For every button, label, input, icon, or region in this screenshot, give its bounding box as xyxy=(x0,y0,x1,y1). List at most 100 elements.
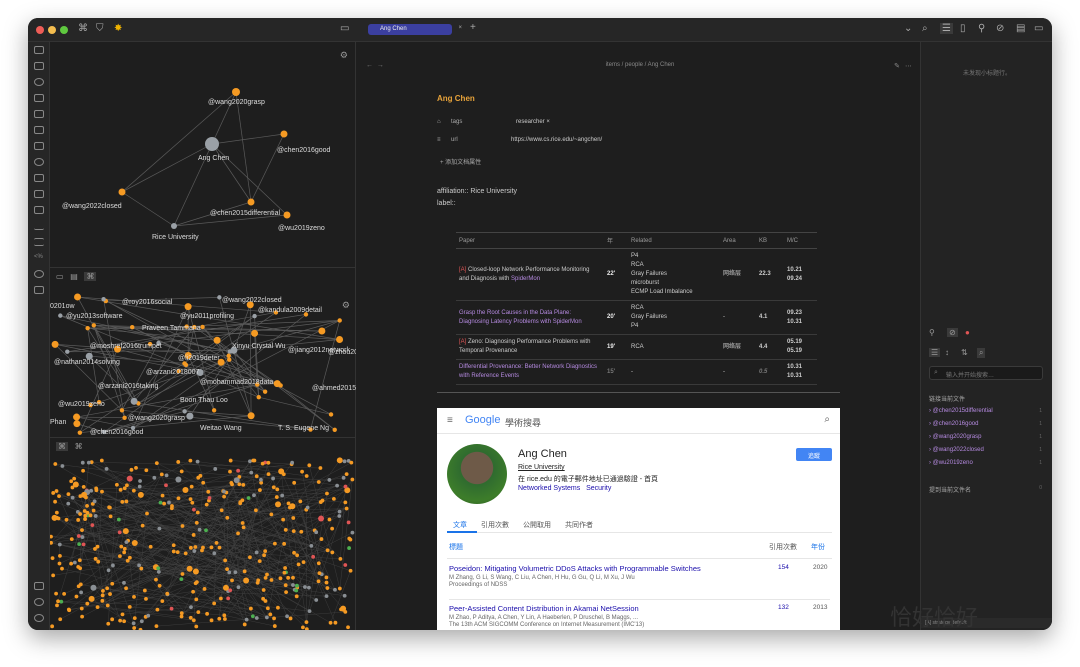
graph-node[interactable] xyxy=(227,357,232,362)
related-tag[interactable]: RCA xyxy=(631,261,717,270)
graph-node[interactable] xyxy=(85,325,90,331)
related-tag[interactable]: Gray Failures xyxy=(631,270,717,279)
backlink-item[interactable]: › @wu2019zeno xyxy=(929,460,973,466)
graph-node[interactable] xyxy=(248,606,253,611)
graph-node[interactable] xyxy=(77,430,83,435)
graph-node[interactable] xyxy=(343,484,348,489)
graph-node[interactable] xyxy=(58,553,62,558)
graph-node[interactable] xyxy=(188,458,193,463)
graph-node[interactable] xyxy=(336,457,343,464)
graph-node[interactable] xyxy=(179,614,184,619)
table-header[interactable]: M/C xyxy=(784,232,817,249)
graph-node[interactable] xyxy=(283,583,288,588)
graph-node[interactable] xyxy=(212,601,217,606)
graph-node[interactable] xyxy=(337,586,342,591)
graph-node[interactable] xyxy=(188,497,193,501)
graph-node[interactable] xyxy=(226,596,231,601)
files-icon[interactable] xyxy=(34,46,44,54)
graph-node[interactable] xyxy=(154,624,159,629)
graph-node[interactable] xyxy=(281,472,286,477)
graph-icon[interactable] xyxy=(34,158,44,166)
related-tag[interactable]: ECMP Load Imbalance xyxy=(631,288,717,297)
graph-node[interactable] xyxy=(179,469,184,474)
graph-node[interactable] xyxy=(82,509,87,513)
graph-node[interactable] xyxy=(295,583,299,588)
graph-node[interactable] xyxy=(252,493,256,498)
graph-node[interactable] xyxy=(65,349,70,354)
graph-node[interactable] xyxy=(53,462,58,466)
graph-node[interactable] xyxy=(290,460,295,465)
graph-node[interactable] xyxy=(180,572,185,576)
graph-node[interactable] xyxy=(254,474,259,479)
pin-icon[interactable]: ● xyxy=(965,328,970,337)
graph-node[interactable] xyxy=(328,412,334,417)
graph-node[interactable] xyxy=(85,601,90,606)
graph-node[interactable] xyxy=(272,624,277,628)
graph-node[interactable] xyxy=(280,130,288,138)
sort-icon[interactable] xyxy=(34,78,44,86)
graph-node[interactable] xyxy=(344,506,349,511)
graph-node[interactable] xyxy=(124,586,128,591)
graph-node[interactable] xyxy=(269,512,274,517)
graph-node[interactable] xyxy=(217,616,222,621)
graph-node[interactable] xyxy=(266,460,271,465)
graph-node[interactable] xyxy=(273,380,281,388)
graph-node[interactable] xyxy=(70,495,75,500)
graph-node[interactable] xyxy=(275,487,280,492)
graph-node[interactable] xyxy=(137,484,142,489)
graph-node[interactable] xyxy=(247,412,255,420)
unlinked-header[interactable]: 提到当前文件名 xyxy=(929,485,971,494)
graph-node[interactable] xyxy=(182,487,189,494)
linked-header[interactable]: 链接当前文件 xyxy=(929,394,965,403)
graph-node[interactable] xyxy=(170,504,174,508)
graph-node[interactable] xyxy=(139,619,144,624)
related-tag[interactable]: P4 xyxy=(631,322,717,331)
menu-icon[interactable]: ≡ xyxy=(447,415,453,426)
mid-graph-canvas[interactable]: @roy2016social @wang2022closed @yu2013soft… xyxy=(50,268,356,438)
graph-node[interactable] xyxy=(127,555,132,560)
graph-node[interactable] xyxy=(337,318,342,323)
graph-node[interactable] xyxy=(122,619,127,624)
link-icon[interactable]: ⊘ xyxy=(947,328,958,337)
graph-node[interactable] xyxy=(90,584,97,591)
zoom-dot[interactable] xyxy=(60,26,68,34)
graph-node[interactable] xyxy=(186,565,193,572)
graph-node[interactable] xyxy=(86,460,91,465)
graph-node[interactable] xyxy=(195,459,200,464)
graph-node[interactable] xyxy=(192,549,197,553)
graph-node[interactable] xyxy=(292,480,297,485)
graph-node[interactable] xyxy=(295,553,300,558)
graph-node[interactable] xyxy=(265,572,269,577)
graph-node[interactable] xyxy=(159,472,164,477)
graph-node[interactable] xyxy=(124,499,129,504)
graph-node[interactable] xyxy=(283,527,288,532)
graph-icon[interactable]: ⌘ xyxy=(56,442,68,451)
graph-node[interactable] xyxy=(118,554,122,559)
graph-node[interactable] xyxy=(108,514,113,519)
graph-node[interactable] xyxy=(316,480,321,484)
graph-node[interactable] xyxy=(139,566,144,571)
graph-node[interactable] xyxy=(259,477,263,482)
graph-node[interactable] xyxy=(298,499,303,504)
paper-cell[interactable]: [A] Closed-loop Network Performance Moni… xyxy=(456,248,604,301)
interest-link[interactable]: Security xyxy=(586,485,611,492)
profile-affiliation[interactable]: Rice University xyxy=(518,464,565,471)
graph-node[interactable] xyxy=(252,313,257,319)
graph-node[interactable] xyxy=(219,508,224,513)
graph-node[interactable] xyxy=(202,587,207,591)
graph-node[interactable] xyxy=(338,556,343,561)
graph-node[interactable] xyxy=(291,529,296,534)
graph-node[interactable] xyxy=(85,503,89,508)
graph-node[interactable] xyxy=(195,510,200,515)
graph-node[interactable] xyxy=(80,460,85,465)
graph-node[interactable] xyxy=(330,526,335,531)
graph-node[interactable] xyxy=(60,464,65,468)
graph-node[interactable] xyxy=(222,494,226,499)
graph-node[interactable] xyxy=(146,613,151,618)
graph-node[interactable] xyxy=(282,570,287,575)
graph-node[interactable] xyxy=(337,509,342,514)
graph-node[interactable] xyxy=(318,327,326,335)
graph-node[interactable] xyxy=(175,550,180,555)
search-icon[interactable]: ⌕ xyxy=(977,348,986,358)
col-title[interactable]: 標題 xyxy=(449,542,463,552)
